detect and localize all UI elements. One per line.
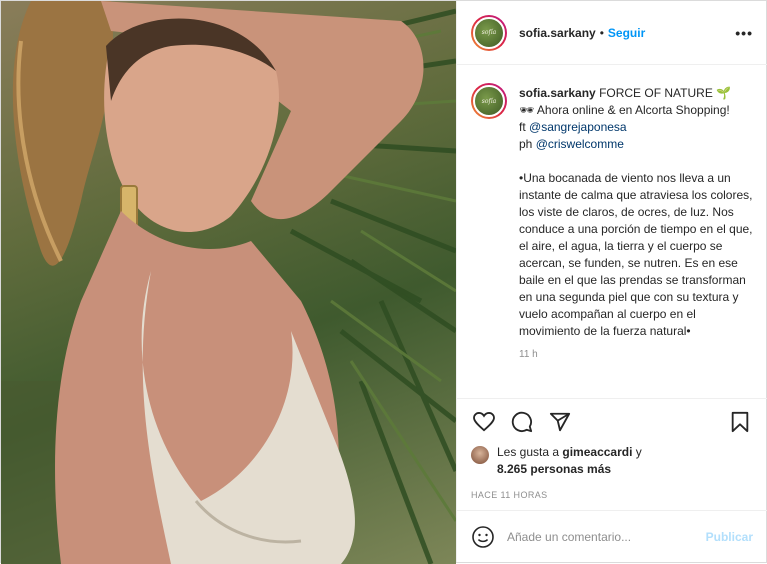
heart-icon [473,411,495,431]
caption-row: sofía sofia.sarkany FORCE OF NATURE 🌱 🕶 … [471,83,753,340]
caption-author-avatar[interactable]: sofía [471,83,507,119]
follow-separator: • [599,25,604,40]
author-avatar[interactable]: sofía [471,14,507,51]
mention-sangrejaponesa[interactable]: @sangrejaponesa [529,120,627,134]
caption-area: sofía sofia.sarkany FORCE OF NATURE 🌱 🕶 … [457,65,767,398]
like-button[interactable] [471,409,497,435]
post-header: sofía sofia.sarkany • Seguir ••• [457,1,767,65]
more-options-icon[interactable]: ••• [735,25,753,41]
likes-count[interactable]: 8.265 personas más [497,462,611,476]
post-photo[interactable] [1,1,456,564]
bookmark-icon [731,411,749,432]
likes-summary: Les gusta a gimeaccardi y 8.265 personas… [457,444,767,480]
caption-avatar-logo-text: sofía [481,97,497,105]
mention-criswelcomme[interactable]: @criswelcomme [536,137,624,151]
instagram-post: sofía sofia.sarkany • Seguir ••• sofía s… [0,0,767,564]
caption-text: sofia.sarkany FORCE OF NATURE 🌱 🕶 Ahora … [519,85,753,340]
caption-paragraph: •Una bocanada de viento nos lleva a un i… [519,171,753,338]
comment-input[interactable] [507,529,706,544]
share-button[interactable] [547,409,573,435]
caption-line-1: FORCE OF NATURE 🌱 [599,86,732,100]
caption-line-2: 🕶 Ahora online & en Alcorta Shopping! [519,103,730,117]
comment-icon [511,411,533,432]
action-bar [457,398,767,444]
liker-avatar[interactable] [471,446,489,464]
likes-text: Les gusta a gimeaccardi y 8.265 personas… [497,444,642,478]
caption-timestamp[interactable]: 11 h [519,349,753,360]
comment-bar: Publicar [457,510,767,562]
caption-ph-prefix: ph [519,137,536,151]
author-username[interactable]: sofia.sarkany [519,26,596,40]
post-side-panel: sofía sofia.sarkany • Seguir ••• sofía s… [456,1,767,562]
emoji-icon[interactable] [471,525,495,549]
comment-button[interactable] [509,409,535,435]
caption-ft-prefix: ft [519,120,530,134]
likes-prefix: Les gusta a [497,445,563,459]
likes-connector: y [632,445,642,459]
posted-time[interactable]: HACE 11 HORAS [457,480,767,510]
publish-button[interactable]: Publicar [706,530,753,544]
save-button[interactable] [727,409,753,435]
follow-button[interactable]: Seguir [608,26,645,40]
share-icon [549,412,571,431]
post-photo-illustration [1,1,456,564]
caption-username[interactable]: sofia.sarkany [519,86,596,100]
avatar-logo-text: sofía [481,29,497,36]
liker-username[interactable]: gimeaccardi [562,445,632,459]
